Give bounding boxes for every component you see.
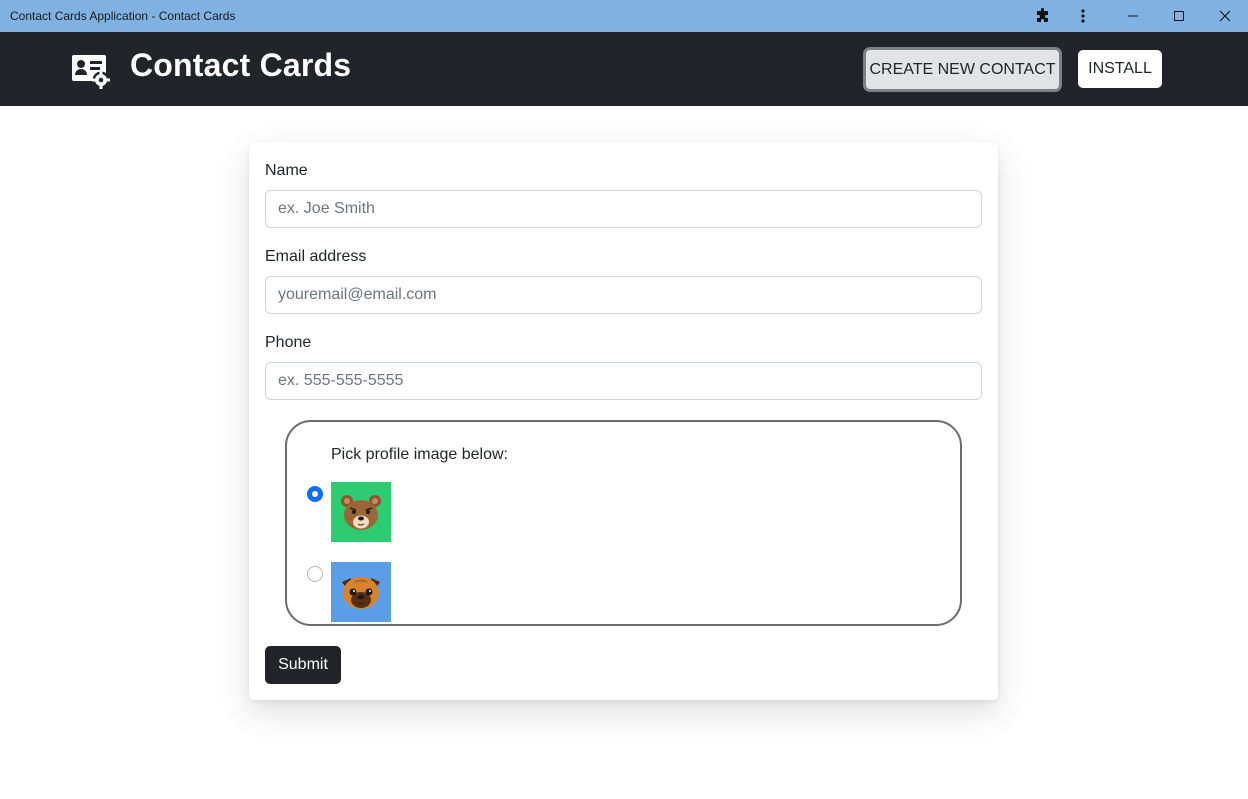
minimize-icon[interactable] bbox=[1110, 0, 1156, 32]
close-icon[interactable] bbox=[1202, 0, 1248, 32]
app-navbar: Contact Cards CREATE NEW CONTACT INSTALL bbox=[0, 32, 1248, 106]
phone-input[interactable] bbox=[265, 362, 982, 400]
window-titlebar: Contact Cards Application - Contact Card… bbox=[0, 0, 1248, 32]
pug-avatar-icon[interactable] bbox=[331, 562, 391, 622]
extensions-icon[interactable] bbox=[1030, 0, 1056, 32]
maximize-icon[interactable] bbox=[1156, 0, 1202, 32]
name-label: Name bbox=[265, 162, 308, 179]
email-label: Email address bbox=[265, 248, 367, 265]
profile-image-label: Pick profile image below: bbox=[331, 446, 508, 463]
app-title: Contact Cards bbox=[130, 47, 352, 83]
contact-form-card: Name Email address Phone Pick profile im… bbox=[249, 142, 998, 700]
name-input[interactable] bbox=[265, 190, 982, 228]
phone-label: Phone bbox=[265, 334, 312, 351]
menu-icon[interactable] bbox=[1072, 0, 1094, 32]
create-new-contact-button[interactable]: CREATE NEW CONTACT bbox=[863, 47, 1062, 92]
email-input[interactable] bbox=[265, 276, 982, 314]
profile-image-picker: Pick profile image below: bbox=[285, 420, 962, 626]
contact-card-icon bbox=[72, 53, 110, 89]
submit-button[interactable]: Submit bbox=[265, 646, 341, 684]
profile-radio-pug[interactable] bbox=[307, 566, 323, 582]
bear-avatar-icon[interactable] bbox=[331, 482, 391, 542]
window-title: Contact Cards Application - Contact Card… bbox=[10, 9, 236, 23]
profile-radio-bear[interactable] bbox=[307, 486, 323, 502]
install-button[interactable]: INSTALL bbox=[1078, 50, 1162, 88]
